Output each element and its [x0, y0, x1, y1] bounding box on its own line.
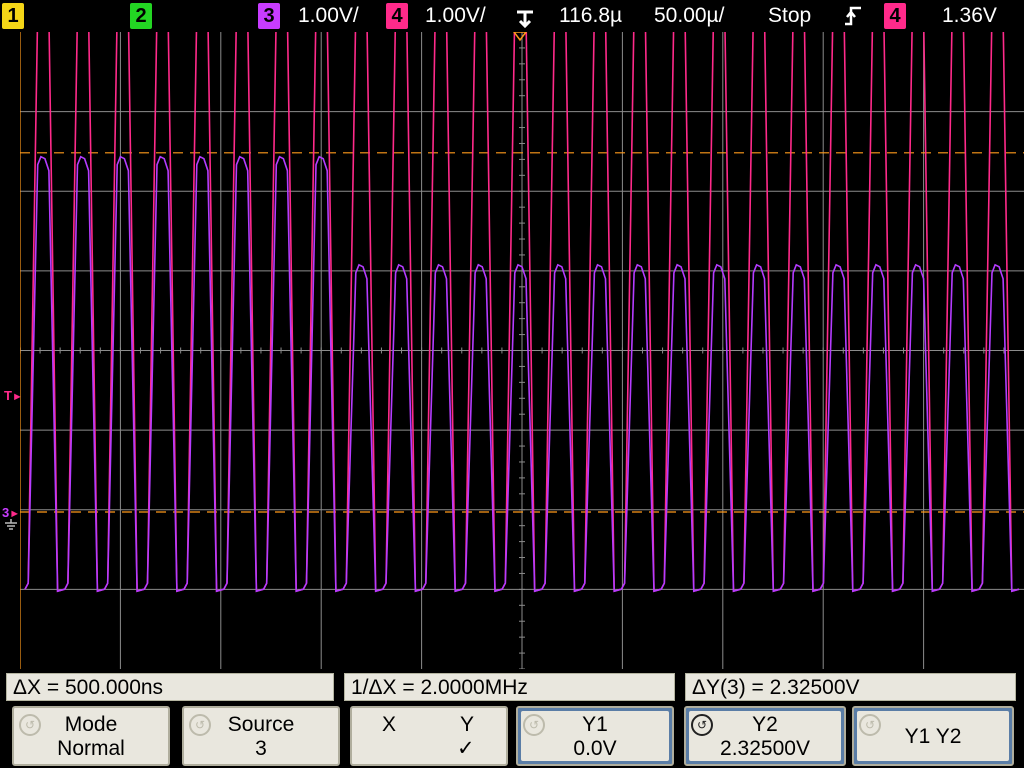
mode-softkey[interactable]: ↺ Mode Normal [12, 706, 170, 766]
softkey-value: Normal [57, 737, 125, 760]
channel-3-badge[interactable]: 3 [258, 3, 280, 29]
channel-3-scale: 1.00V/ [298, 4, 359, 27]
channel-2-badge[interactable]: 2 [130, 3, 152, 29]
waveform-display[interactable] [20, 32, 1024, 669]
trigger-source-badge[interactable]: 4 [884, 3, 906, 29]
ground-icon [4, 518, 18, 536]
softkey-value: 3 [255, 737, 267, 760]
source-softkey[interactable]: ↺ Source 3 [182, 706, 340, 766]
run-state: Stop [768, 4, 812, 27]
softkey-face: ↺ Y2 2.32500V [689, 711, 841, 761]
y-option: Y [460, 713, 475, 736]
softkey-label: Y2 [752, 713, 778, 736]
softkey-value: 0.0V [573, 737, 617, 760]
x-y-softkey[interactable]: X Y ✓ [350, 706, 508, 766]
softkey-face: ↺ Y1 Y2 [857, 711, 1009, 761]
measurement-bar: ΔX = 500.000ns 1/ΔX = 2.0000MHz ΔY(3) = … [0, 672, 1024, 702]
delta-y-readout: ΔY(3) = 2.32500V [685, 673, 1016, 701]
softkey-bar: ↺ Mode Normal ↺ Source 3 X Y ✓ ↺ Y1 0.0V… [0, 704, 1024, 768]
graticule [20, 32, 1024, 669]
timebase-scale: 50.00µ/ [654, 4, 725, 27]
softkey-value: 2.32500V [720, 737, 810, 760]
softkey-label: Y1 Y2 [904, 725, 962, 748]
channel-4-scale: 1.00V/ [425, 4, 486, 27]
channel-1-badge[interactable]: 1 [2, 3, 24, 29]
timebase-delay: 116.8µ [559, 4, 623, 27]
softkey-label: Y1 [582, 713, 608, 736]
delta-x-readout: ΔX = 500.000ns [6, 673, 334, 701]
softkey-face: ↺ Y1 0.0V [521, 711, 669, 761]
status-bar: 1 2 3 1.00V/ 4 1.00V/ 116.8µ 50.00µ/ Sto… [0, 0, 1024, 32]
checkmark-icon: ✓ [457, 737, 475, 760]
channel-4-badge[interactable]: 4 [386, 3, 408, 29]
softkey-label: Mode [64, 713, 118, 736]
softkey-label: Source [227, 713, 295, 736]
y1-y2-softkey[interactable]: ↺ Y1 Y2 [852, 706, 1014, 766]
y2-softkey[interactable]: ↺ Y2 2.32500V [684, 706, 846, 766]
inverse-delta-x-readout: 1/ΔX = 2.0000MHz [344, 673, 675, 701]
y1-softkey[interactable]: ↺ Y1 0.0V [516, 706, 674, 766]
left-edge-line [20, 32, 21, 669]
trigger-level: 1.36V [942, 4, 997, 27]
trigger-position-marker [513, 32, 527, 42]
x-option: X [382, 713, 397, 736]
